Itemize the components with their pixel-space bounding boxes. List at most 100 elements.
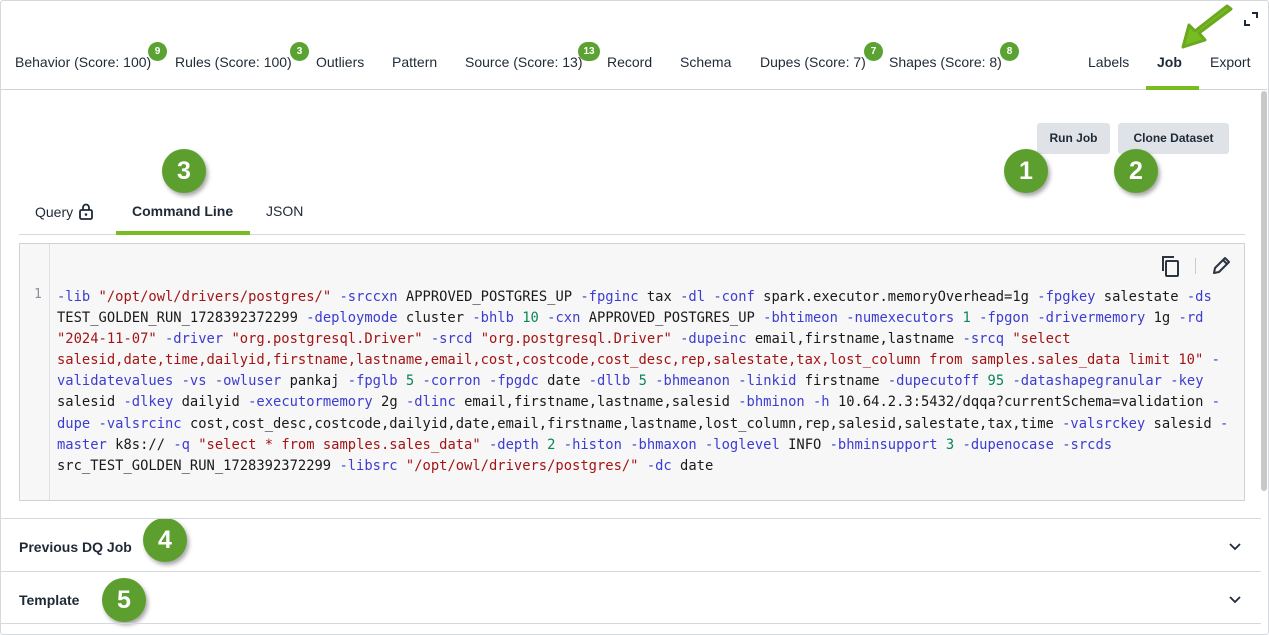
subtab-json[interactable]: JSON xyxy=(266,203,303,219)
flag-token: -fpgkey xyxy=(1037,289,1096,305)
tab-outliers[interactable]: Outliers xyxy=(316,54,364,70)
flag-token: -drivermemory xyxy=(1037,310,1146,327)
flag-token: -libsrc xyxy=(339,457,398,474)
value-token: cost,cost_desc,costcode,dailyid,date,ema… xyxy=(189,415,1054,432)
value-token: APPROVED_POSTGRES_UP xyxy=(405,289,573,305)
flag-token: -bhmeanon xyxy=(655,373,730,390)
edit-pencil-icon[interactable] xyxy=(1212,255,1232,275)
flag-token: -key xyxy=(1170,373,1204,390)
scrollbar[interactable] xyxy=(1261,91,1267,491)
value-token: 1g xyxy=(1153,310,1171,327)
tab-rules[interactable]: Rules (Score: 100) xyxy=(175,54,292,70)
tab-pattern[interactable]: Pattern xyxy=(392,54,437,70)
chevron-down-icon[interactable] xyxy=(1228,592,1242,606)
value-token: firstname xyxy=(804,373,880,390)
accordion-label: Template xyxy=(19,592,80,608)
flag-token: -h xyxy=(813,394,830,411)
flag-token: -srccxn xyxy=(339,289,398,305)
value-token: pankaj xyxy=(289,373,340,390)
tab-labels[interactable]: Labels xyxy=(1088,54,1129,70)
string-token: "org.postgresql.Driver" xyxy=(231,331,423,348)
value-token: dailyid xyxy=(181,394,240,411)
number-token: 5 xyxy=(638,373,647,390)
command-line-editor[interactable]: 1 -lib "/opt/owl/drivers/postgres/" -src… xyxy=(19,243,1245,501)
flag-token: -q xyxy=(173,436,190,453)
value-token: email,firstname,lastname,salesid xyxy=(464,394,730,411)
number-token: 1 xyxy=(962,310,971,327)
flag-token: -ds xyxy=(1186,289,1212,305)
tab-export[interactable]: Export xyxy=(1210,54,1250,70)
value-token: 10.64.2.3:5432/dqqa?currentSchema=valida… xyxy=(837,394,1204,411)
flag-token: -rd xyxy=(1178,310,1204,327)
flag-token: -deploymode xyxy=(306,310,398,327)
score-badge: 9 xyxy=(148,42,167,61)
chevron-down-icon[interactable] xyxy=(1228,539,1242,553)
flag-token: -dupeinc xyxy=(680,331,747,348)
tab-source[interactable]: Source (Score: 13) xyxy=(465,54,583,70)
flag-token: -dllb xyxy=(588,373,631,390)
arrow-pointer-icon xyxy=(1181,4,1233,49)
number-token: 95 xyxy=(987,373,1005,390)
tab-job[interactable]: Job xyxy=(1157,54,1182,70)
flag-token: -vs xyxy=(181,373,207,390)
value-token: APPROVED_POSTGRES_UP xyxy=(588,310,755,327)
value-token: src_TEST_GOLDEN_RUN_1728392372299 xyxy=(57,457,332,474)
number-token: 2 xyxy=(547,436,556,453)
value-token: date xyxy=(547,373,581,390)
subtab-query[interactable]: Query xyxy=(35,203,93,220)
string-token: "org.postgresql.Driver" xyxy=(480,331,672,348)
flag-token: -loglevel xyxy=(705,436,780,453)
value-token: salesid xyxy=(57,394,116,411)
flag-token: -bhmaxon xyxy=(630,436,697,453)
tab-shapes[interactable]: Shapes (Score: 8) xyxy=(889,54,1002,70)
string-token: "select * from samples.sales_data" xyxy=(198,436,481,453)
flag-token: -dl xyxy=(680,289,705,305)
annotation-1: 1 xyxy=(1004,149,1048,193)
flag-token: -bhminsupport xyxy=(829,436,938,453)
value-token: 2g xyxy=(381,394,398,411)
tab-dupes[interactable]: Dupes (Score: 7) xyxy=(760,54,866,70)
accordion-label: Previous DQ Job xyxy=(19,539,132,555)
flag-token: -executormemory xyxy=(248,394,373,411)
value-token: salestate xyxy=(1103,289,1179,305)
score-badge: 3 xyxy=(290,42,309,61)
flag-token: -valsrckey xyxy=(1062,415,1146,432)
accordion-previous-dq-job[interactable]: Previous DQ Job xyxy=(1,518,1261,571)
expand-icon[interactable] xyxy=(1244,12,1258,26)
value-token: email,firstname,lastname xyxy=(754,331,955,348)
flag-token: -driver xyxy=(165,331,224,348)
tab-bar xyxy=(1,1,1267,90)
flag-token: -dlkey xyxy=(123,394,174,411)
tab-record[interactable]: Record xyxy=(607,54,652,70)
flag-token: -depth xyxy=(488,436,539,453)
value-token: k8s:// xyxy=(115,436,165,453)
flag-token: -dc xyxy=(646,457,672,474)
score-badge: 8 xyxy=(1000,42,1019,61)
tab-behavior[interactable]: Behavior (Score: 100) xyxy=(15,54,151,70)
subtab-command-line[interactable]: Command Line xyxy=(132,203,233,219)
annotation-3: 3 xyxy=(162,149,206,193)
accordion-template[interactable]: Template xyxy=(1,571,1261,624)
flag-token: -srcd xyxy=(430,331,473,348)
copy-icon[interactable] xyxy=(1160,255,1180,277)
subtab-label: Query xyxy=(35,204,74,220)
annotation-2: 2 xyxy=(1114,149,1158,193)
string-token: "/opt/owl/drivers/postgres/" xyxy=(405,457,639,474)
flag-token: -bhminon xyxy=(738,394,805,411)
value-token: spark.executor.memoryOverhead=1g xyxy=(763,289,1029,305)
flag-token: -lib xyxy=(57,289,91,305)
score-badge: 13 xyxy=(578,42,600,61)
value-token: cluster xyxy=(405,310,465,327)
line-gutter xyxy=(20,244,50,500)
flag-token: -valsrcinc xyxy=(98,415,182,432)
lock-icon xyxy=(79,203,93,220)
score-badge: 7 xyxy=(864,42,883,61)
string-token: "2024-11-07" xyxy=(57,331,157,348)
command-text: -lib "/opt/owl/drivers/postgres/" -srccx… xyxy=(57,287,1242,477)
flag-token: -fpgdc xyxy=(489,373,539,390)
flag-token: -cxn xyxy=(547,310,581,327)
run-job-button[interactable]: Run Job xyxy=(1037,123,1110,154)
flag-token: -histon xyxy=(563,436,622,453)
flag-token: -srcds xyxy=(1062,436,1113,453)
tab-schema[interactable]: Schema xyxy=(680,54,731,70)
